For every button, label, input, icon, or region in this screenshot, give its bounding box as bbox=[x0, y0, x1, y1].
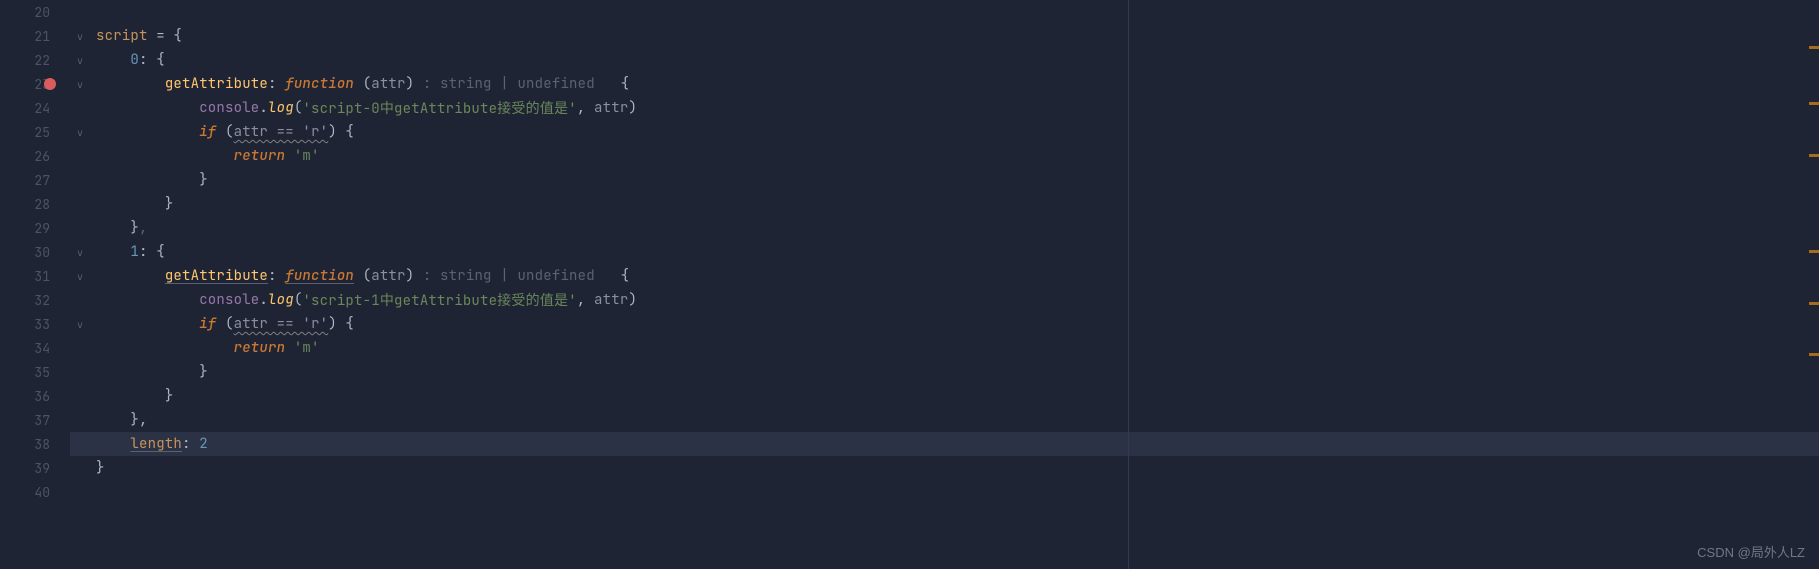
fold-toggle-icon[interactable] bbox=[70, 144, 90, 168]
line-number: 20 bbox=[0, 4, 58, 21]
line-number: 39 bbox=[0, 460, 58, 477]
code-line[interactable]: 1: { bbox=[96, 240, 1819, 264]
fold-toggle-icon[interactable]: v bbox=[70, 120, 90, 144]
line-number: 33 bbox=[0, 316, 58, 333]
fold-toggle-icon[interactable]: v bbox=[70, 48, 90, 72]
fold-toggle-icon[interactable]: v bbox=[70, 240, 90, 264]
fold-toggle-icon[interactable] bbox=[70, 456, 90, 480]
line-number: 21 bbox=[0, 28, 58, 45]
code-line[interactable]: console.log('script-0中getAttribute接受的值是'… bbox=[96, 96, 1819, 120]
fold-toggle-icon[interactable] bbox=[70, 360, 90, 384]
line-number: 38 bbox=[0, 436, 58, 453]
code-line[interactable]: getAttribute: function (attr) : string |… bbox=[96, 72, 1819, 96]
line-number: 32 bbox=[0, 292, 58, 309]
line-number: 37 bbox=[0, 412, 58, 429]
fold-toggle-icon[interactable] bbox=[70, 408, 90, 432]
gutter[interactable]: 20 21 22 23 24 25 26 27 28 29 30 31 32 3… bbox=[0, 0, 70, 569]
fold-toggle-icon[interactable] bbox=[70, 192, 90, 216]
code-line[interactable]: 0: { bbox=[96, 48, 1819, 72]
code-area[interactable]: script = { 0: { getAttribute: function (… bbox=[96, 0, 1819, 569]
fold-toggle-icon[interactable] bbox=[70, 0, 90, 24]
fold-toggle-icon[interactable]: v bbox=[70, 264, 90, 288]
code-line[interactable]: console.log('script-1中getAttribute接受的值是'… bbox=[96, 288, 1819, 312]
fold-toggle-icon[interactable] bbox=[70, 336, 90, 360]
code-line[interactable]: getAttribute: function (attr) : string |… bbox=[96, 264, 1819, 288]
line-number: 25 bbox=[0, 124, 58, 141]
code-editor[interactable]: 20 21 22 23 24 25 26 27 28 29 30 31 32 3… bbox=[0, 0, 1819, 569]
line-number: 22 bbox=[0, 52, 58, 69]
fold-toggle-icon[interactable] bbox=[70, 432, 90, 456]
line-number: 34 bbox=[0, 340, 58, 357]
inlay-hint: : string | undefined bbox=[423, 267, 604, 285]
watermark: CSDN @局外人LZ bbox=[1697, 542, 1805, 561]
code-line[interactable]: } bbox=[96, 168, 1819, 192]
line-number: 24 bbox=[0, 100, 58, 117]
code-line[interactable]: return 'm' bbox=[96, 336, 1819, 360]
warning-marker[interactable] bbox=[1809, 250, 1819, 253]
line-number: 35 bbox=[0, 364, 58, 381]
breakpoint-icon[interactable] bbox=[44, 78, 56, 90]
code-line[interactable]: if (attr == 'r') { bbox=[96, 120, 1819, 144]
line-number: 40 bbox=[0, 484, 58, 501]
line-number: 26 bbox=[0, 148, 58, 165]
inlay-hint: : string | undefined bbox=[423, 75, 604, 93]
fold-toggle-icon[interactable]: v bbox=[70, 312, 90, 336]
code-line[interactable]: } bbox=[96, 384, 1819, 408]
code-line[interactable] bbox=[96, 0, 1819, 24]
warning-marker[interactable] bbox=[1809, 46, 1819, 49]
code-line[interactable]: if (attr == 'r') { bbox=[96, 312, 1819, 336]
error-stripe[interactable] bbox=[1807, 0, 1819, 569]
fold-toggle-icon[interactable] bbox=[70, 96, 90, 120]
fold-toggle-icon[interactable] bbox=[70, 216, 90, 240]
warning-marker[interactable] bbox=[1809, 102, 1819, 105]
fold-column: v v v v v v v bbox=[70, 0, 90, 569]
code-line[interactable]: script = { bbox=[96, 24, 1819, 48]
fold-toggle-icon[interactable] bbox=[70, 384, 90, 408]
fold-toggle-icon[interactable]: v bbox=[70, 24, 90, 48]
line-number: 31 bbox=[0, 268, 58, 285]
code-line[interactable]: } bbox=[96, 360, 1819, 384]
line-number: 28 bbox=[0, 196, 58, 213]
line-number: 29 bbox=[0, 220, 58, 237]
line-number: 36 bbox=[0, 388, 58, 405]
code-line[interactable]: } bbox=[96, 456, 1819, 480]
fold-toggle-icon[interactable] bbox=[70, 288, 90, 312]
warning-marker[interactable] bbox=[1809, 302, 1819, 305]
line-number: 27 bbox=[0, 172, 58, 189]
code-line[interactable]: }, bbox=[96, 216, 1819, 240]
right-margin-guide bbox=[1128, 0, 1129, 569]
code-line[interactable] bbox=[96, 480, 1819, 504]
warning-marker[interactable] bbox=[1809, 154, 1819, 157]
code-line[interactable]: } bbox=[96, 192, 1819, 216]
code-line[interactable]: }, bbox=[96, 408, 1819, 432]
fold-toggle-icon[interactable] bbox=[70, 168, 90, 192]
fold-toggle-icon[interactable]: v bbox=[70, 72, 90, 96]
warning-marker[interactable] bbox=[1809, 353, 1819, 356]
code-line[interactable]: length: 2 bbox=[96, 432, 1819, 456]
line-number: 30 bbox=[0, 244, 58, 261]
code-line[interactable]: return 'm' bbox=[96, 144, 1819, 168]
